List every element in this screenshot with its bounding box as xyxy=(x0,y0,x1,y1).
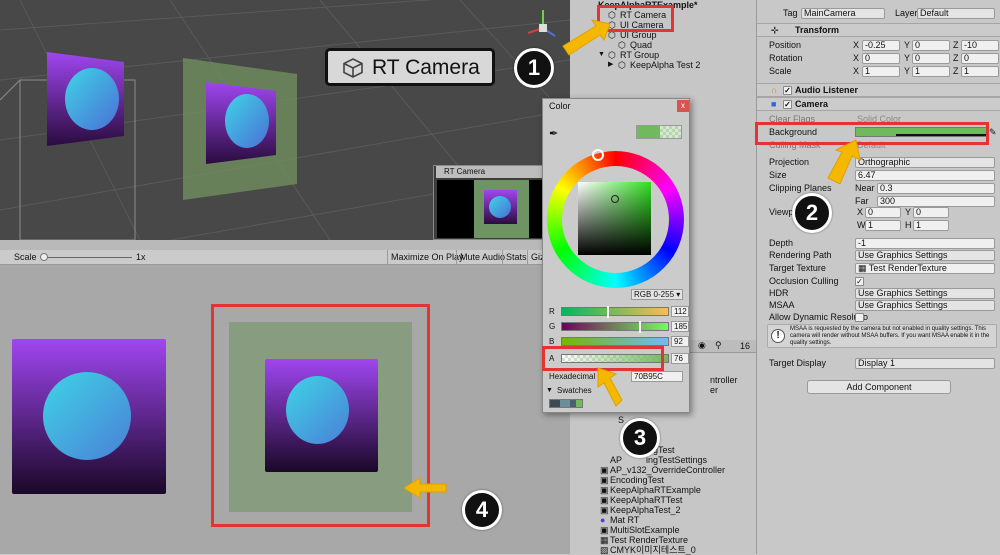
arrow-3 xyxy=(597,367,623,407)
arrow-4 xyxy=(403,477,447,499)
step-badge-1: 1 xyxy=(514,48,554,88)
step-badge-3: 3 xyxy=(620,418,660,458)
arrow-1 xyxy=(562,19,611,56)
arrow-2 xyxy=(827,139,861,185)
step-badge-4: 4 xyxy=(462,490,502,530)
arrow-overlay xyxy=(403,19,861,499)
step-badge-2: 2 xyxy=(792,193,832,233)
